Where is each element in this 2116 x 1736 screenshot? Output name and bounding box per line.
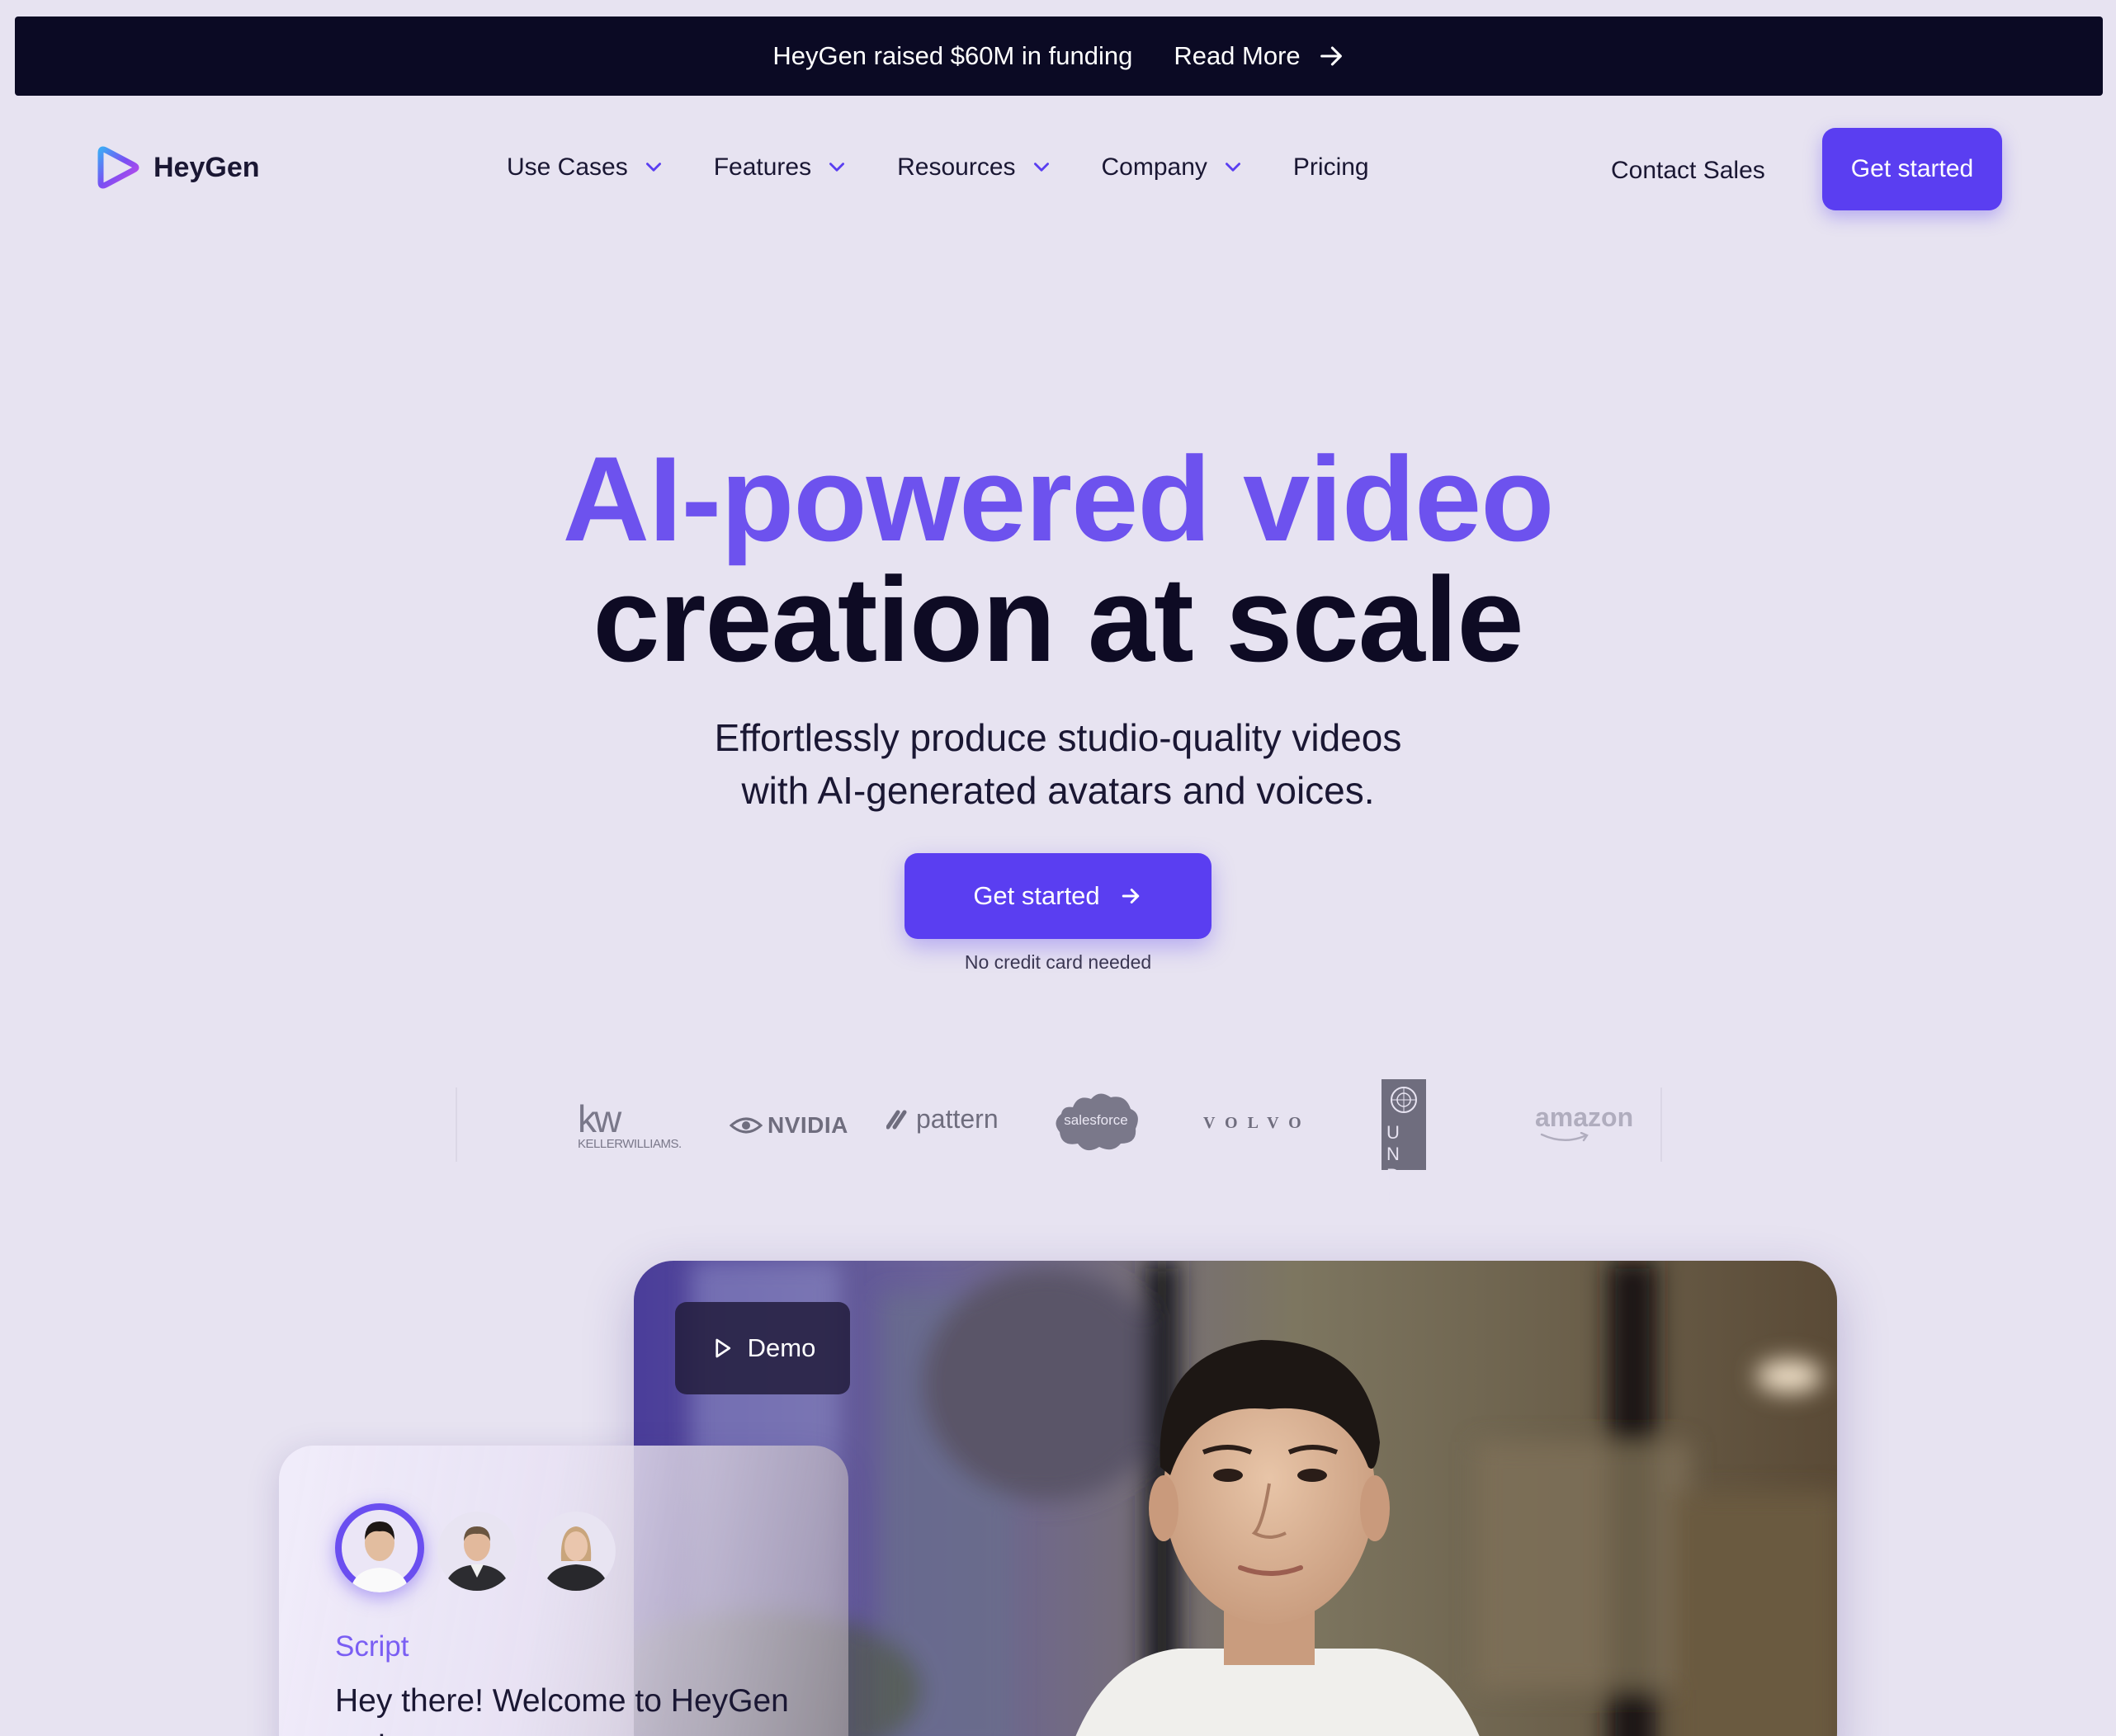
hero-subtitle-line1: Effortlessly produce studio-quality vide… (714, 716, 1402, 759)
contact-sales-link[interactable]: Contact Sales (1611, 157, 1765, 185)
no-credit-card-note: No credit card needed (964, 951, 1152, 973)
read-more-link[interactable]: Read More (1174, 41, 1344, 71)
heygen-logo-icon (97, 146, 139, 189)
brand-name: HeyGen (154, 151, 260, 183)
undp-wordmark: UNDP (1386, 1122, 1408, 1207)
salesforce-logo: salesforce (1051, 1089, 1141, 1153)
arrow-right-icon (1320, 46, 1342, 66)
play-icon (716, 1338, 730, 1358)
script-text: Hey there! Welcome to HeyGen - where you… (335, 1683, 789, 1736)
nav-use-cases[interactable]: Use Cases (507, 153, 664, 182)
avatar-person-icon (342, 1510, 418, 1592)
salesforce-wordmark: salesforce (1064, 1112, 1128, 1128)
nav-label: Company (1101, 153, 1207, 181)
hero-get-started-button[interactable]: Get started (904, 853, 1212, 939)
un-emblem-icon (1391, 1087, 1417, 1113)
hero-title-line2: creation at scale (593, 552, 1523, 686)
demo-label: Demo (747, 1333, 816, 1362)
avatar-selected[interactable] (335, 1503, 424, 1592)
banner-text: HeyGen raised $60M in funding (772, 41, 1133, 70)
get-started-button[interactable]: Get started (1822, 128, 2002, 210)
nvidia-wordmark: NVIDIA (768, 1112, 848, 1138)
nav-label: Use Cases (507, 153, 628, 181)
cta-label: Get started (973, 881, 1100, 910)
pattern-logo: pattern (886, 1104, 999, 1135)
customer-logos: kw KELLERWILLIAMS. NVIDIA pattern salesf… (454, 1064, 1667, 1207)
nav-resources[interactable]: Resources (897, 153, 1051, 182)
script-label: Script (335, 1630, 409, 1663)
kw-mark: kw (578, 1097, 621, 1140)
avatar-person-icon (536, 1512, 616, 1591)
nav-label: Resources (897, 153, 1016, 181)
pattern-wordmark: pattern (916, 1104, 999, 1134)
hero-title-line1: AI-powered video (562, 432, 1555, 566)
nav-features[interactable]: Features (714, 153, 848, 182)
hero-subtitle: Effortlessly produce studio-quality vide… (0, 711, 2116, 817)
arrow-right-icon (1122, 889, 1139, 903)
amazon-wordmark: amazon (1535, 1102, 1634, 1132)
main-nav: Use Cases Features Resources Company Pri… (507, 153, 1419, 182)
chevron-down-icon (1225, 163, 1240, 172)
nav-pricing[interactable]: Pricing (1293, 153, 1369, 182)
nav-company[interactable]: Company (1102, 153, 1244, 182)
volvo-logo: VOLVO (1203, 1114, 1311, 1132)
nav-label: Pricing (1292, 153, 1369, 181)
hero-subtitle-line2: with AI-generated avatars and voices. (741, 769, 1375, 812)
amazon-smile-icon (1540, 1132, 1589, 1142)
partial-logo-right (1629, 1087, 1662, 1162)
nav-label: Features (713, 153, 812, 181)
partial-logo-left (456, 1087, 489, 1162)
chevron-down-icon (645, 163, 661, 172)
undp-logo: UNDP (1382, 1079, 1426, 1207)
nvidia-logo: NVIDIA (730, 1112, 848, 1139)
read-more-label: Read More (1174, 41, 1301, 70)
heygen-logo[interactable]: HeyGen (96, 145, 260, 190)
demo-button[interactable]: Demo (675, 1302, 850, 1394)
avatar-person-icon (437, 1512, 517, 1591)
chevron-down-icon (1033, 163, 1049, 172)
pattern-mark-icon (886, 1110, 907, 1129)
kellerwilliams-wordmark: KELLERWILLIAMS. (578, 1137, 682, 1151)
chevron-down-icon (829, 163, 845, 172)
kellerwilliams-logo: kw KELLERWILLIAMS. (578, 1097, 682, 1151)
announcement-banner: HeyGen raised $60M in funding Read More (15, 17, 2103, 96)
nvidia-eye-icon (730, 1117, 763, 1134)
amazon-logo: amazon (1535, 1102, 1634, 1142)
avatar-man-suit[interactable] (437, 1512, 517, 1591)
avatar-woman[interactable] (536, 1512, 616, 1591)
